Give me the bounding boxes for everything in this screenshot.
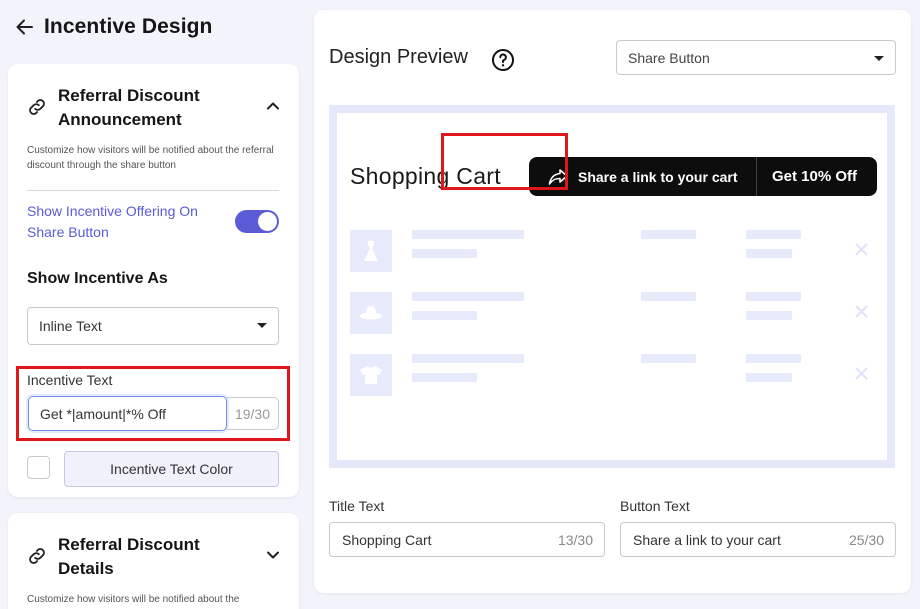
referral-announcement-header[interactable]: Referral Discount Announcement	[26, 84, 281, 132]
section-title: Referral Discount Announcement	[58, 86, 200, 129]
share-button-label: Share a link to your cart	[578, 168, 738, 185]
incentive-badge: Get 10% Off	[772, 168, 858, 185]
dress-icon	[350, 230, 392, 272]
section-title: Referral Discount Details	[58, 535, 200, 578]
preview-title: Design Preview	[329, 46, 468, 68]
button-text-input[interactable]: Share a link to your cart 25/30	[620, 522, 896, 557]
share-separator	[756, 157, 757, 196]
chevron-up-icon[interactable]	[265, 98, 281, 114]
button-text-label: Button Text	[620, 498, 690, 514]
link-icon	[26, 545, 48, 567]
tshirt-icon	[350, 354, 392, 396]
title-text-input[interactable]: Shopping Cart 13/30	[329, 522, 605, 557]
caret-down-icon	[874, 56, 884, 61]
remove-item-icon[interactable]	[854, 242, 869, 257]
incentive-color-checkbox[interactable]	[27, 456, 50, 479]
incentive-text-color-button[interactable]: Incentive Text Color	[64, 451, 279, 487]
referral-details-header[interactable]: Referral Discount Details	[26, 533, 281, 581]
page-header: Incentive Design	[14, 12, 212, 42]
title-text-label: Title Text	[329, 498, 385, 514]
cart-item-row	[350, 292, 870, 334]
caret-down-icon	[257, 323, 267, 328]
section-description: Customize how visitors will be notified …	[27, 594, 240, 605]
referral-details-card: Referral Discount Details Customize how …	[8, 513, 299, 609]
referral-announcement-card: Referral Discount Announcement Customize…	[8, 64, 299, 497]
share-link-button[interactable]: Share a link to your cart Get 10% Off	[529, 157, 877, 196]
title-text-value: Shopping Cart	[342, 531, 432, 548]
remove-item-icon[interactable]	[854, 366, 869, 381]
section-description: Customize how visitors will be notified …	[27, 145, 274, 171]
chevron-down-icon[interactable]	[265, 547, 281, 563]
link-icon	[26, 96, 48, 118]
select-value: Inline Text	[39, 318, 102, 334]
show-incentive-toggle[interactable]	[235, 210, 279, 233]
preview-frame: Shopping Cart Share a link to your cart …	[329, 105, 895, 468]
divider	[27, 190, 279, 191]
cart-item-row	[350, 354, 870, 396]
highlight-box	[16, 366, 290, 441]
highlight-box	[441, 133, 568, 190]
preview-type-select[interactable]: Share Button	[616, 40, 896, 75]
remove-item-icon[interactable]	[854, 304, 869, 319]
cart-preview: Shopping Cart Share a link to your cart …	[337, 113, 887, 460]
select-value: Share Button	[628, 49, 710, 66]
help-icon[interactable]	[491, 48, 515, 72]
show-incentive-as-label: Show Incentive As	[27, 270, 168, 287]
button-text-value: Share a link to your cart	[633, 531, 781, 548]
title-text-count: 13/30	[557, 532, 593, 548]
show-incentive-as-select[interactable]: Inline Text	[27, 307, 279, 345]
cart-item-row	[350, 230, 870, 272]
button-text-count: 25/30	[848, 532, 884, 548]
design-preview-panel: Design Preview Share Button Shopping Car…	[314, 10, 911, 593]
hat-icon	[350, 292, 392, 334]
toggle-label: Show Incentive Offering On Share Button	[27, 203, 198, 240]
page-title: Incentive Design	[44, 15, 213, 38]
back-arrow-icon[interactable]	[14, 16, 36, 38]
